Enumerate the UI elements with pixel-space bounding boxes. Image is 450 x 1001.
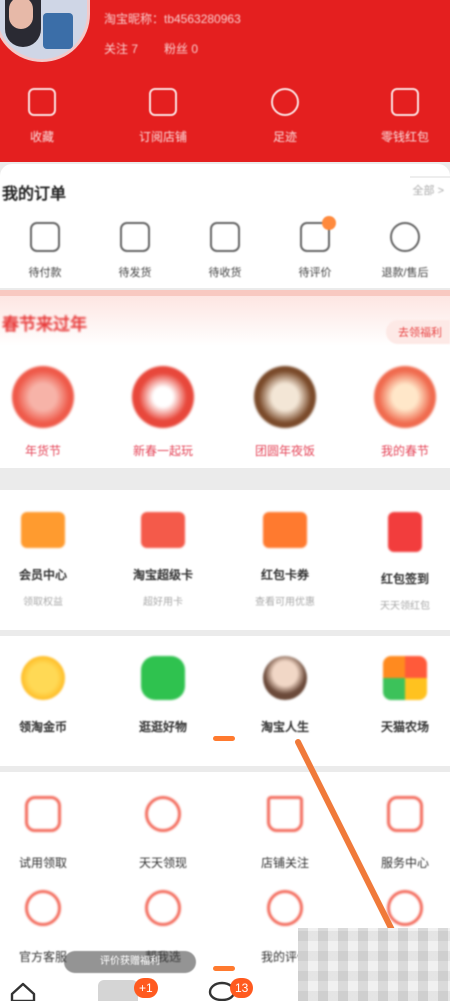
services-card-2: 领淘金币 逛逛好物 淘宝人生 天猫农场 [0, 636, 450, 766]
order-pending-review[interactable]: 待评价 [270, 216, 360, 280]
quick-favorites[interactable]: 收藏 [0, 88, 87, 145]
refund-icon [390, 222, 420, 252]
quick-subscribed-shops[interactable]: 订阅店铺 [118, 88, 208, 145]
tool-farm[interactable]: 天猫农场 [350, 656, 450, 735]
member-card-icon [21, 512, 65, 548]
coin-icon [21, 656, 65, 700]
tool-browse[interactable]: 逛逛好物 [108, 656, 218, 735]
review-tip[interactable]: 评价获赠福利 [64, 951, 196, 973]
bottom-indicator [213, 966, 235, 971]
gift-icon [12, 366, 74, 428]
tool-trial[interactable]: 试用领取 [0, 796, 98, 871]
redpacket-icon [388, 512, 422, 552]
review-badge [322, 216, 336, 230]
headset-icon [145, 890, 181, 926]
tool-taobao-life[interactable]: 淘宝人生 [230, 656, 340, 735]
card-icon [132, 366, 194, 428]
orders-card: 我的订单 全部 > 待付款 待发货 待收货 待评价 退款/售后 [0, 164, 450, 288]
orders-all-link[interactable]: 全部 > [413, 182, 444, 198]
tool-daily-cash[interactable]: 天天领现 [108, 796, 218, 871]
promo-more-button[interactable]: 去领福利 [386, 320, 450, 344]
smile-icon [267, 890, 303, 926]
follow-count[interactable]: 关注 7 [104, 42, 138, 56]
farm-icon [383, 656, 427, 700]
box-icon [120, 222, 150, 252]
coupon-icon [263, 512, 307, 548]
order-refund[interactable]: 退款/售后 [360, 222, 450, 280]
person-icon [25, 890, 61, 926]
order-pending-payment[interactable]: 待付款 [0, 222, 90, 280]
fans-count[interactable]: 粉丝 0 [164, 42, 198, 56]
dish-icon [254, 366, 316, 428]
wallet-icon [30, 222, 60, 252]
promo-title: 春节来过年 [2, 315, 87, 334]
quick-footprint[interactable]: 足迹 [240, 88, 330, 145]
message-badge: 13 [230, 978, 254, 998]
service-icon [387, 796, 423, 832]
tool-shop-follow[interactable]: 店铺关注 [230, 796, 340, 871]
promo-item-my-festival[interactable]: 我的春节 [350, 366, 450, 459]
nickname[interactable]: 淘宝昵称：tb4563280963 [104, 10, 241, 27]
tool-coupons[interactable]: 红包卡券 查看可用优惠 [230, 512, 340, 608]
page-indicator [213, 736, 235, 741]
tab-thumbnail[interactable] [98, 980, 138, 1001]
promo-item-nianhuo[interactable]: 年货节 [0, 366, 98, 459]
promo-item-reunion-dinner[interactable]: 团圆年夜饭 [230, 366, 340, 459]
promo-item-play-together[interactable]: 新春一起玩 [108, 366, 218, 459]
quick-wallet[interactable]: 零钱红包 [360, 88, 450, 145]
orders-title: 我的订单 [2, 186, 67, 203]
services-card-1: 会员中心 领取权益 淘宝超级卡 超好用卡 红包卡券 查看可用优惠 红包签到 天天… [0, 490, 450, 630]
clock-icon [271, 88, 299, 116]
star-icon [28, 88, 56, 116]
tool-super-card[interactable]: 淘宝超级卡 超好用卡 [108, 512, 218, 608]
pixelated-area [298, 928, 450, 1001]
festival-promo-card: 春节来过年 去领福利 年货节 新春一起玩 团圆年夜饭 我的春节 [0, 290, 450, 468]
character-icon [263, 656, 307, 700]
tab-badge-plus: +1 [134, 978, 158, 998]
alarm-icon [145, 796, 181, 832]
tool-member-center[interactable]: 会员中心 领取权益 [0, 512, 98, 608]
tool-service-center[interactable]: 服务中心 [350, 796, 450, 871]
shop-check-icon [149, 88, 177, 116]
bag-icon [25, 796, 61, 832]
tool-checkin[interactable]: 红包签到 天天领红包 [350, 512, 450, 612]
avatar[interactable] [0, 0, 90, 62]
order-pending-shipment[interactable]: 待发货 [90, 222, 180, 280]
order-pending-receipt[interactable]: 待收货 [180, 222, 270, 280]
wallet-icon [391, 88, 419, 116]
profile-header: 淘宝昵称：tb4563280963 关注 7 粉丝 0 收藏 订阅店铺 足迹 零钱… [0, 0, 450, 162]
lantern-icon [374, 366, 436, 428]
crown-icon [267, 796, 303, 832]
home-icon[interactable] [10, 982, 36, 1001]
super-card-icon [141, 512, 185, 548]
follow-fans-line: 关注 7 粉丝 0 [104, 40, 198, 57]
truck-icon [210, 222, 240, 252]
more-icon [387, 890, 423, 926]
tool-gold-coins[interactable]: 领淘金币 [0, 656, 98, 735]
chat-icon [141, 656, 185, 700]
comment-icon [300, 216, 336, 252]
